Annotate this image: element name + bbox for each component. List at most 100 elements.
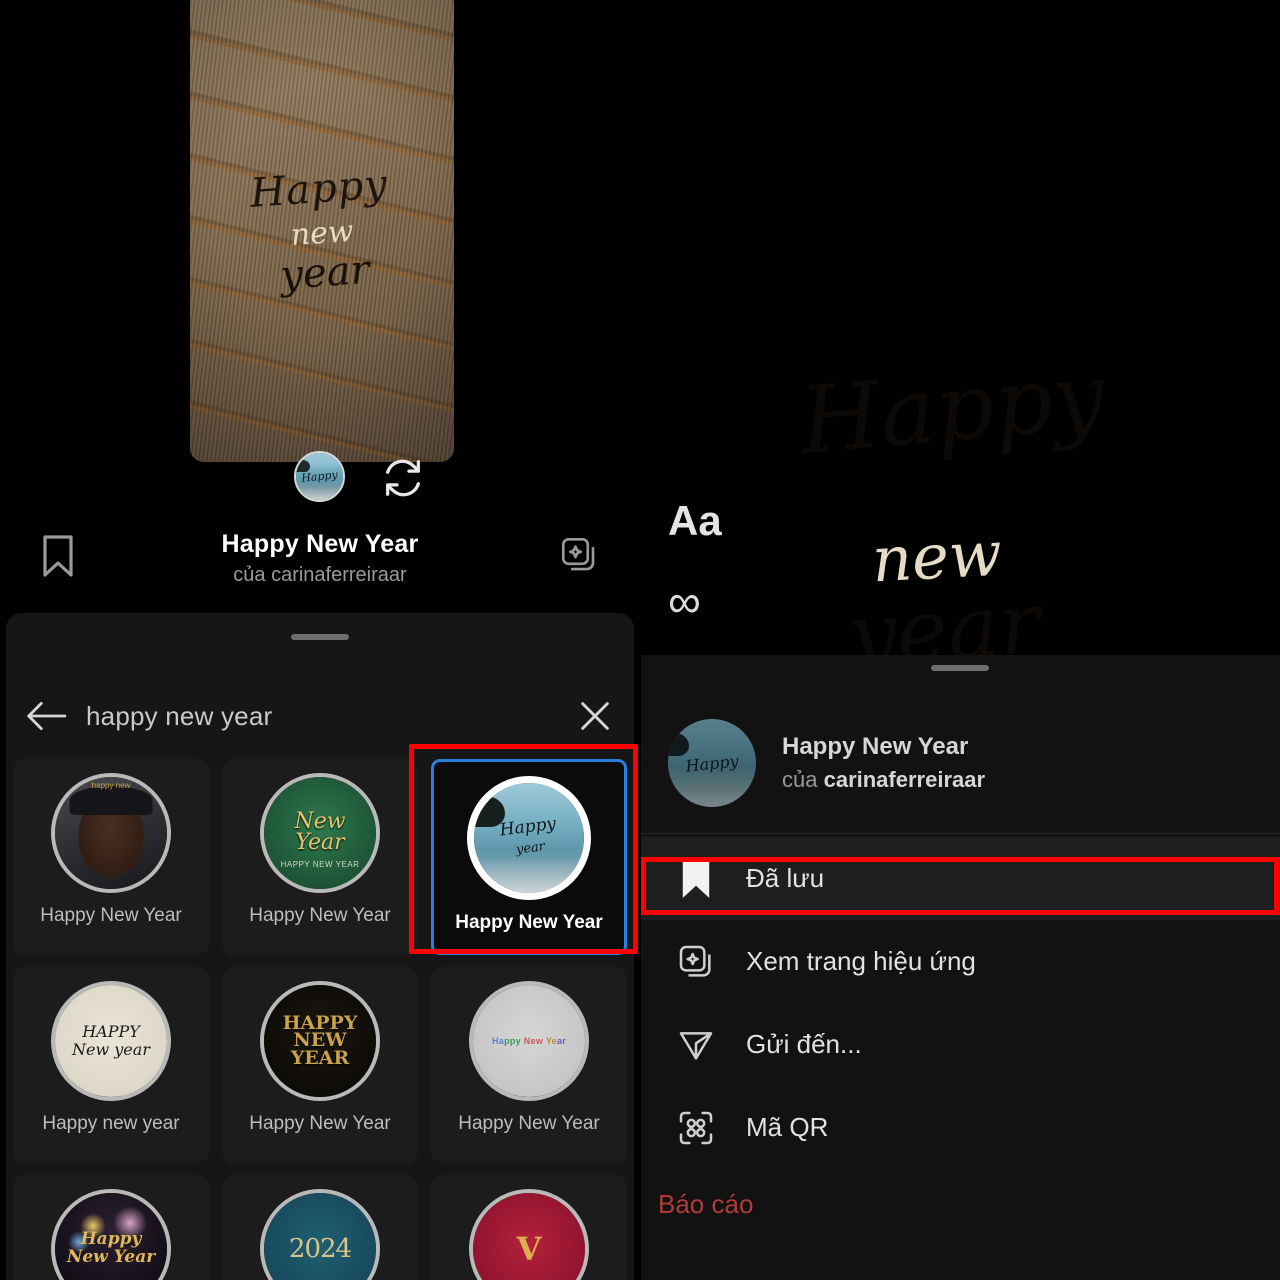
sticker-thumbnail: V [469, 1189, 589, 1280]
art-line-3: YEAR [290, 1046, 350, 1069]
options-menu: Đã lưu Xem trang hiệu ứng Gửi đến... Mã … [640, 837, 1280, 1239]
sticker-tile[interactable]: Happy New Year Happy New Year [431, 967, 627, 1163]
effects-page-icon [679, 945, 711, 977]
effect-header: Happy New Year của carinaferreiraar [0, 520, 640, 602]
effect-profile-row[interactable]: Happy Happy New Year của carinaferreiraa… [640, 707, 1280, 819]
story-preview: Happy new year [190, 0, 454, 462]
sticker-label: Happy New Year [249, 905, 391, 926]
foam-shape [474, 855, 584, 893]
menu-item-send-to[interactable]: Gửi đến... [640, 1003, 1280, 1086]
effect-thumbnail-button[interactable]: Happy [294, 451, 345, 502]
sticker-thumbnail: New Year HAPPY NEW YEAR [260, 773, 380, 893]
menu-label: Xem trang hiệu ứng [746, 946, 976, 976]
sticker-art-text: Happy year [498, 814, 560, 861]
flip-camera-button[interactable] [380, 455, 426, 501]
cap-text: happy new [91, 781, 131, 791]
icon-slot [668, 1108, 724, 1148]
sticker-art: New Year HAPPY NEW YEAR [264, 777, 376, 889]
sticker-thumbnail: HAPPY NEW YEAR [260, 981, 380, 1101]
text-tool-button[interactable]: Aa [668, 497, 722, 545]
sticker-tile[interactable]: V [431, 1175, 627, 1280]
canvas-vignette [640, 0, 1280, 660]
sticker-art-text: Happy New Year [491, 1036, 567, 1046]
sticker-art-text: V [516, 1230, 542, 1268]
effect-title: Happy New Year [782, 733, 969, 760]
art-line-3: HAPPY NEW YEAR [280, 859, 360, 869]
sticker-thumbnail: HAPPY New year [51, 981, 171, 1101]
art-line-2: New Year [66, 1247, 156, 1267]
art-line-2: New year [72, 1040, 150, 1059]
screenshot-root: Happy new year Happy Happy New Year của … [0, 0, 1280, 1280]
menu-label: Đã lưu [746, 863, 825, 893]
left-panel: Happy new year Happy Happy New Year của … [0, 0, 640, 1280]
sticker-art-text: 2024 [288, 1234, 352, 1264]
sticker-thumbnail: happy new [51, 773, 171, 893]
effect-options-sheet: Happy Happy New Year của carinaferreiraa… [640, 655, 1280, 1280]
sticker-tile[interactable]: New Year HAPPY NEW YEAR Happy New Year [222, 759, 418, 955]
icon-slot [668, 858, 724, 900]
search-bar: happy new year [6, 685, 634, 747]
view-effects-page-button[interactable] [558, 534, 600, 581]
panel-divider [639, 0, 641, 1280]
art-line-1: Happy [498, 814, 557, 841]
by-prefix: của [782, 767, 824, 792]
save-effect-button[interactable] [40, 534, 76, 583]
sticker-art: Happy year [474, 783, 584, 893]
sticker-thumbnail: Happy year [467, 776, 591, 900]
sticker-label: Happy New Year [249, 1113, 391, 1134]
boomerang-tool-button[interactable]: ∞ [668, 578, 701, 624]
art-line-1: HAPPY [82, 1022, 140, 1042]
avatar: Happy [668, 719, 756, 807]
sticker-thumbnail: 2024 [260, 1189, 380, 1280]
sticker-art: HAPPY New year [55, 985, 167, 1097]
icon-slot [668, 1025, 724, 1065]
sticker-tile[interactable]: Happy New Year [13, 1175, 209, 1280]
art-line-2: year [514, 839, 546, 858]
search-input[interactable]: happy new year [86, 701, 556, 732]
send-icon [679, 1031, 713, 1060]
sticker-search-sheet: happy new year happy new Happy New Year … [6, 613, 634, 1280]
sticker-tile-selected[interactable]: Happy year Happy New Year [431, 759, 627, 955]
back-button[interactable] [6, 700, 86, 732]
flip-camera-icon [386, 459, 420, 497]
menu-item-report[interactable]: Báo cáo [640, 1169, 1280, 1239]
profile-info: Happy New Year của carinaferreiraar [782, 733, 985, 793]
sticker-art: Happy New Year [473, 985, 585, 1097]
sheet-drag-handle[interactable] [291, 634, 349, 640]
icon-slot [668, 942, 724, 982]
sticker-art: happy new [55, 777, 167, 889]
thumb-script: Happy [300, 468, 339, 485]
menu-item-saved[interactable]: Đã lưu [640, 837, 1280, 920]
sticker-art: V [473, 1193, 585, 1280]
menu-label: Báo cáo [658, 1188, 754, 1219]
sticker-thumbnail: Happy New Year [51, 1189, 171, 1280]
effect-title-block: Happy New Year của carinaferreiraar [0, 520, 640, 587]
effect-author: của carinaferreiraar [233, 564, 407, 586]
sticker-tile[interactable]: HAPPY NEW YEAR Happy New Year [222, 967, 418, 1163]
sticker-art: Happy New Year [55, 1193, 167, 1280]
sticker-art: 2024 [264, 1193, 376, 1280]
clear-search-button[interactable] [556, 699, 634, 733]
sheet-drag-handle[interactable] [931, 665, 989, 671]
sticker-tile[interactable]: 2024 [222, 1175, 418, 1280]
back-arrow-icon [27, 702, 67, 730]
sticker-art-text: Happy New Year [66, 1230, 156, 1267]
menu-item-qr-code[interactable]: Mã QR [640, 1086, 1280, 1169]
menu-item-view-effect-page[interactable]: Xem trang hiệu ứng [640, 920, 1280, 1003]
author-name: carinaferreiraar [823, 767, 986, 792]
bookmark-outline-icon [43, 535, 73, 577]
sticker-tile[interactable]: happy new Happy New Year [13, 759, 209, 955]
sticker-art-text: HAPPY New year [72, 1023, 150, 1058]
sticker-art: HAPPY NEW YEAR [264, 985, 376, 1097]
effect-author: của carinaferreiraar [782, 767, 985, 793]
add-to-effects-icon [561, 537, 595, 571]
avatar-script: Happy [684, 750, 740, 776]
sticker-art-text: HAPPY NEW YEAR [283, 1013, 358, 1069]
divider [640, 833, 1280, 834]
sticker-tile[interactable]: HAPPY New year Happy new year [13, 967, 209, 1163]
qr-code-icon [679, 1111, 713, 1144]
menu-label: Mã QR [746, 1112, 829, 1142]
sticker-art-text: New Year [294, 811, 345, 854]
effect-title: Happy New Year [221, 530, 419, 558]
sticker-label: Happy New Year [455, 912, 603, 933]
